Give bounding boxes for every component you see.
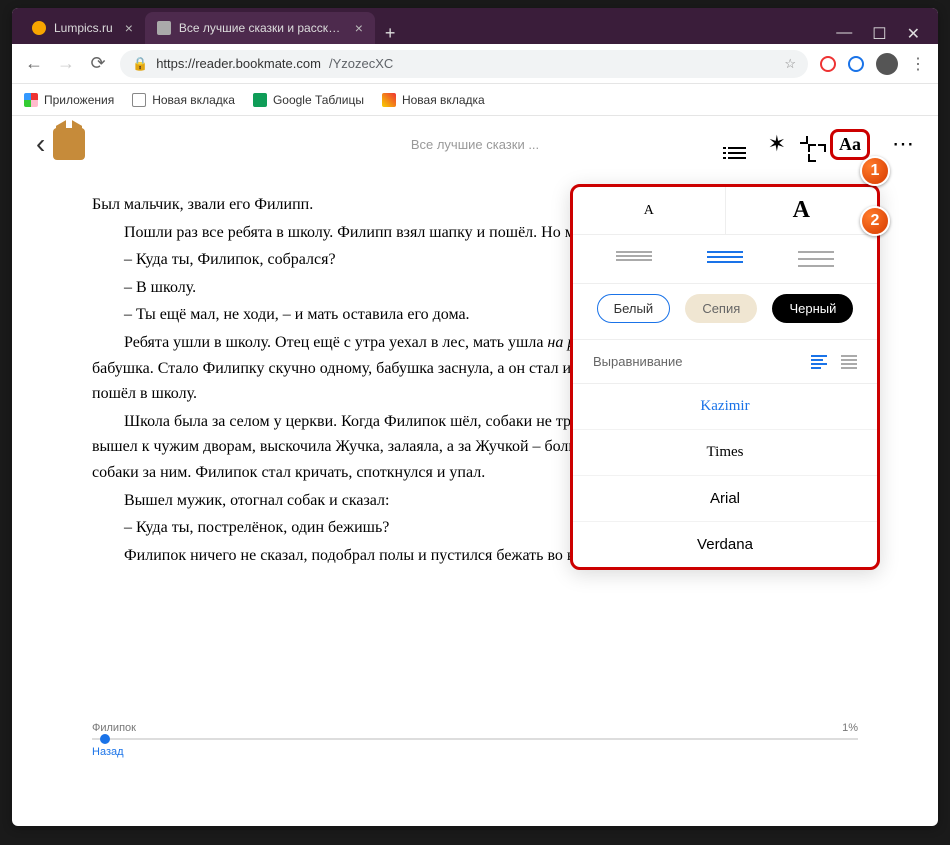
back-button[interactable]: ←: [24, 53, 44, 74]
spacing-normal[interactable]: [705, 251, 745, 267]
toc-button[interactable]: [728, 129, 746, 159]
font-option-kazimir[interactable]: Kazimir: [573, 384, 877, 430]
bookmark-label: Новая вкладка: [402, 93, 485, 107]
bookmark-newtab[interactable]: Новая вкладка: [132, 93, 235, 107]
font-option-verdana[interactable]: Verdana: [573, 522, 877, 567]
tab-title: Все лучшие сказки и рассказы: [179, 21, 343, 35]
theme-black[interactable]: Черный: [772, 294, 853, 323]
tab-strip: Lumpics.ru × Все лучшие сказки и рассказ…: [12, 8, 938, 44]
bookmate-logo[interactable]: [53, 128, 85, 160]
globe-icon[interactable]: [848, 56, 864, 72]
font-size-row: A A: [573, 187, 877, 235]
close-icon[interactable]: ×: [125, 20, 133, 36]
bookmark-label: Google Таблицы: [273, 93, 364, 107]
theme-white[interactable]: Белый: [597, 294, 671, 323]
address-bar: ← → ⟳ 🔒 https://reader.bookmate.com/Yzoz…: [12, 44, 938, 84]
bookmark-label: Приложения: [44, 93, 114, 107]
spacing-tight[interactable]: [614, 251, 654, 267]
minimize-button[interactable]: —: [836, 24, 852, 44]
back-chevron-icon[interactable]: ‹: [36, 128, 45, 160]
tab-bookmate[interactable]: Все лучшие сказки и рассказы ×: [145, 12, 375, 44]
menu-icon[interactable]: ⋮: [910, 54, 926, 74]
window-controls: — ☐ ✕: [836, 24, 930, 44]
font-size-increase[interactable]: A: [726, 187, 878, 234]
theme-row: Белый Сепия Черный: [573, 284, 877, 340]
bookmark-label: Новая вкладка: [152, 93, 235, 107]
apps-button[interactable]: Приложения: [24, 93, 114, 107]
reader-toolbar: ✶ Aa ⋯: [728, 129, 914, 160]
tab-title: Lumpics.ru: [54, 21, 113, 35]
more-icon[interactable]: ⋯: [892, 131, 914, 157]
back-link[interactable]: Назад: [92, 746, 124, 758]
star-icon[interactable]: ☆: [784, 56, 796, 72]
theme-sepia[interactable]: Сепия: [685, 294, 757, 323]
favicon-lumpics: [32, 21, 46, 35]
maximize-button[interactable]: ☐: [872, 24, 886, 44]
align-left[interactable]: [811, 355, 827, 369]
url-input[interactable]: 🔒 https://reader.bookmate.com/YzozecXC ☆: [120, 50, 808, 78]
close-icon[interactable]: ×: [355, 20, 363, 36]
alignment-label: Выравнивание: [593, 354, 682, 369]
star-button[interactable]: ✶: [768, 131, 786, 157]
doc-icon: [132, 93, 146, 107]
favicon-bookmate: [157, 21, 171, 35]
tab-lumpics[interactable]: Lumpics.ru ×: [20, 12, 145, 44]
reader-page: ‹ Все лучшие сказки ... ✶ Aa ⋯ Был мальч…: [12, 116, 938, 786]
apps-icon: [24, 93, 38, 107]
reader-header: ‹ Все лучшие сказки ... ✶ Aa ⋯: [12, 116, 938, 172]
url-path: /YzozecXC: [329, 56, 393, 71]
font-option-arial[interactable]: Arial: [573, 476, 877, 522]
progress-bar: Филипок 1% Назад: [92, 722, 858, 758]
sheets-icon: [253, 93, 267, 107]
url-host: https://reader.bookmate.com: [156, 56, 321, 71]
font-option-times[interactable]: Times: [573, 430, 877, 476]
bookmarks-bar: Приложения Новая вкладка Google Таблицы …: [12, 84, 938, 116]
browser-window: Lumpics.ru × Все лучшие сказки и рассказ…: [12, 8, 938, 826]
font-size-decrease[interactable]: A: [573, 187, 726, 234]
opera-icon[interactable]: [820, 56, 836, 72]
bookmark-sheets[interactable]: Google Таблицы: [253, 93, 364, 107]
align-justify[interactable]: [841, 355, 857, 369]
new-tab-button[interactable]: +: [375, 23, 406, 44]
reload-button[interactable]: ⟳: [88, 53, 108, 74]
font-settings-popup: A A Белый Сепия Черный Выравнивание Ka: [570, 184, 880, 570]
pic-icon: [382, 93, 396, 107]
font-settings-button[interactable]: Aa: [830, 129, 870, 160]
bookmark-newtab2[interactable]: Новая вкладка: [382, 93, 485, 107]
book-title: Все лучшие сказки ...: [411, 137, 539, 152]
progress-percent: 1%: [842, 722, 858, 734]
callout-badge-1: 1: [860, 156, 890, 186]
line-spacing-row: [573, 235, 877, 284]
extension-icons: ⋮: [820, 53, 926, 75]
callout-badge-2: 2: [860, 206, 890, 236]
progress-track[interactable]: [92, 738, 858, 740]
chapter-label: Филипок: [92, 722, 136, 734]
progress-thumb[interactable]: [100, 734, 110, 744]
spacing-wide[interactable]: [796, 251, 836, 267]
close-button[interactable]: ✕: [907, 24, 920, 44]
avatar[interactable]: [876, 53, 898, 75]
alignment-row: Выравнивание: [573, 340, 877, 384]
forward-button[interactable]: →: [56, 53, 76, 74]
lock-icon: 🔒: [132, 56, 148, 72]
